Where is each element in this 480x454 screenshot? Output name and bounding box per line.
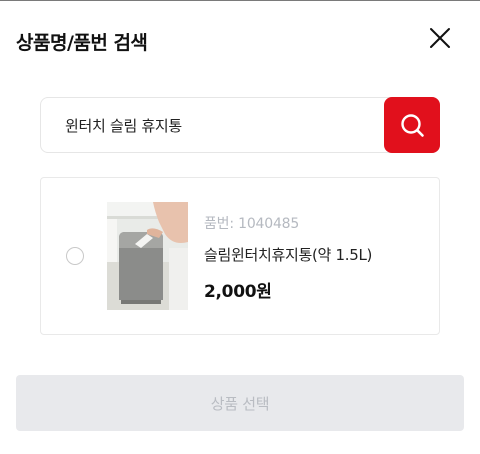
- search-icon: [401, 114, 424, 137]
- top-divider: [0, 0, 480, 1]
- search-button[interactable]: [384, 97, 440, 153]
- select-product-button[interactable]: 상품 선택: [16, 375, 464, 431]
- close-icon: [430, 28, 450, 48]
- select-radio[interactable]: [66, 247, 84, 265]
- close-button[interactable]: [424, 22, 456, 54]
- product-code: 품번: 1040485: [204, 216, 300, 232]
- modal-title: 상품명/품번 검색: [16, 32, 148, 54]
- result-item[interactable]: 품번: 1040485 슬림윈터치휴지통(약 1.5L) 2,000원: [40, 177, 440, 335]
- product-image: [107, 202, 188, 310]
- search-input[interactable]: [41, 98, 385, 152]
- search-box: [40, 97, 440, 153]
- product-name: 슬림윈터치휴지통(약 1.5L): [204, 246, 373, 264]
- product-price: 2,000원: [204, 282, 272, 302]
